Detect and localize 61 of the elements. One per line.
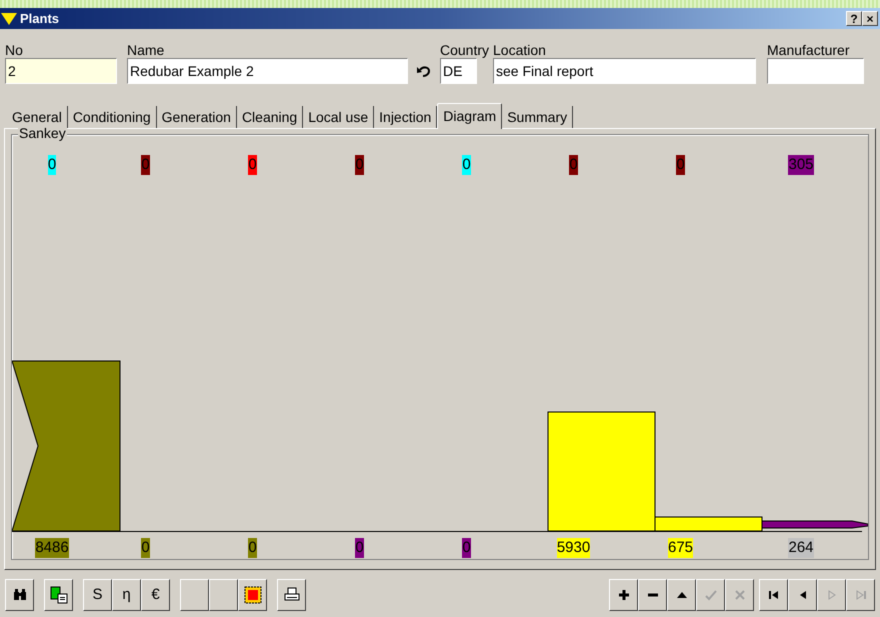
group-title: Sankey [18, 125, 67, 141]
flow-value: 0 [569, 155, 578, 175]
field-label: Name [127, 42, 164, 58]
input-field[interactable]: Redubar Example 2 [127, 58, 408, 84]
check-icon [704, 588, 718, 602]
frame-icon [244, 586, 262, 604]
flow-value: 0 [141, 538, 150, 558]
print-button[interactable] [277, 579, 306, 611]
tab[interactable]: Local use [303, 106, 374, 128]
first-button[interactable] [759, 579, 788, 611]
flow-value: 0 [248, 538, 257, 558]
input-field[interactable]: DE [440, 58, 477, 84]
field-label: Manufacturer [767, 42, 850, 58]
flow-value: 264 [788, 538, 814, 558]
flow-value: 0 [355, 155, 364, 175]
flow-value: 0 [355, 538, 364, 558]
cross-icon [732, 588, 746, 602]
close-button[interactable]: × [862, 11, 878, 26]
toolbar-button[interactable] [209, 579, 238, 611]
document-icon [50, 586, 68, 604]
input-field[interactable]: 2 [5, 58, 117, 84]
toolbar-button[interactable]: η [112, 579, 141, 611]
printer-icon [284, 587, 300, 603]
field-label: Country [440, 42, 490, 58]
plus-icon [616, 588, 630, 602]
tab[interactable]: Summary [502, 106, 574, 128]
tab[interactable]: Cleaning [236, 106, 304, 128]
triangle-down-icon [1, 12, 17, 24]
flow-value: 8486 [35, 538, 69, 558]
toolbar-button[interactable] [180, 579, 209, 611]
flow-value: 0 [48, 155, 56, 175]
toolbar-button[interactable]: € [141, 579, 170, 611]
field-label: No [5, 42, 23, 58]
flow-value: 0 [462, 538, 471, 558]
flow-value: 0 [462, 155, 471, 175]
help-button[interactable]: ? [846, 11, 862, 26]
flow-value: 0 [676, 155, 685, 175]
find-button[interactable] [5, 579, 34, 611]
tab[interactable]: Generation [156, 106, 237, 128]
input-field[interactable]: see Final report [493, 58, 756, 84]
skip-last-icon [854, 588, 868, 602]
toolbar-button[interactable]: S [83, 579, 112, 611]
flow-value: 0 [141, 155, 150, 175]
up-button[interactable] [667, 579, 696, 611]
tab[interactable]: Diagram [437, 103, 502, 129]
undo-icon[interactable] [417, 65, 431, 77]
flow-value: 305 [788, 155, 814, 175]
add-button[interactable] [609, 579, 638, 611]
report-button[interactable] [44, 579, 73, 611]
skip-first-icon [766, 588, 780, 602]
flow-value: 5930 [556, 538, 590, 558]
flow-value: 675 [668, 538, 694, 558]
input-field[interactable] [767, 58, 864, 84]
flow-value: 0 [248, 155, 257, 175]
delete-button[interactable] [638, 579, 667, 611]
tab[interactable]: Conditioning [68, 106, 157, 128]
field-label: Location [493, 42, 546, 58]
previous-button[interactable] [788, 579, 817, 611]
window-title: Plants [20, 10, 60, 28]
binoculars-icon [12, 588, 26, 602]
frame-button[interactable] [238, 579, 267, 611]
